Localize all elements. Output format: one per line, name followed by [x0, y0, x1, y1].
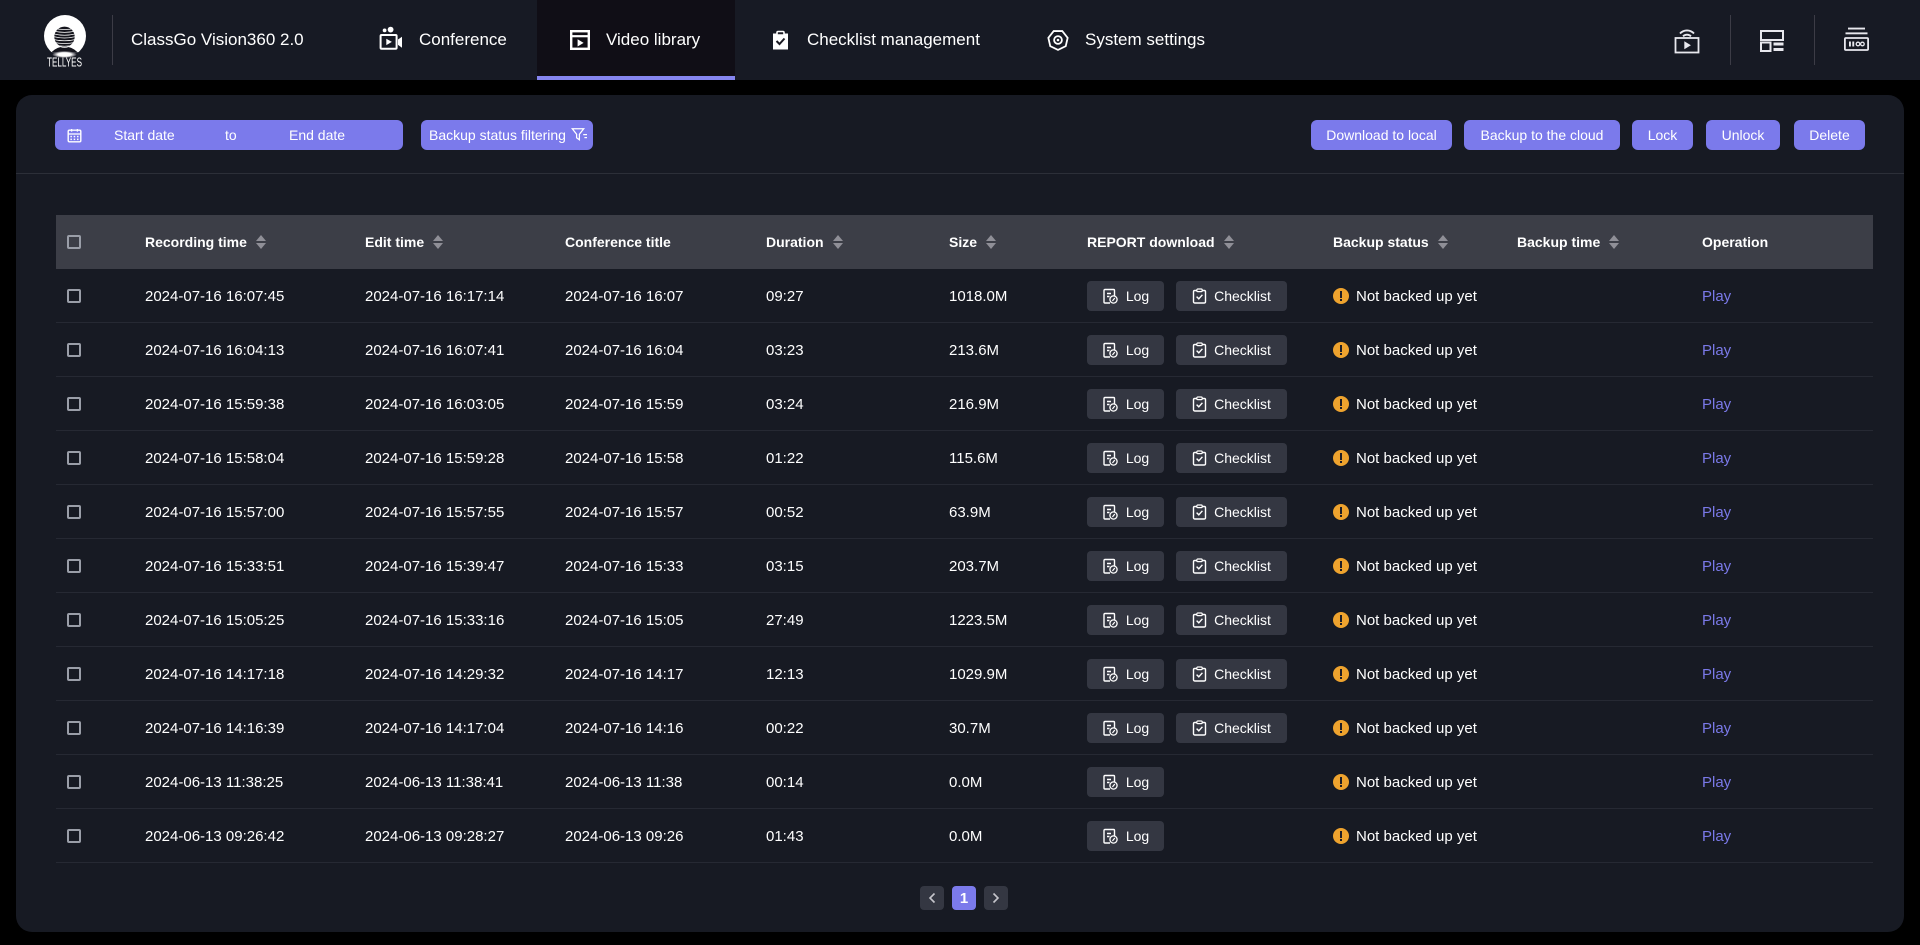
svg-text:TELLYES: TELLYES — [47, 55, 82, 70]
